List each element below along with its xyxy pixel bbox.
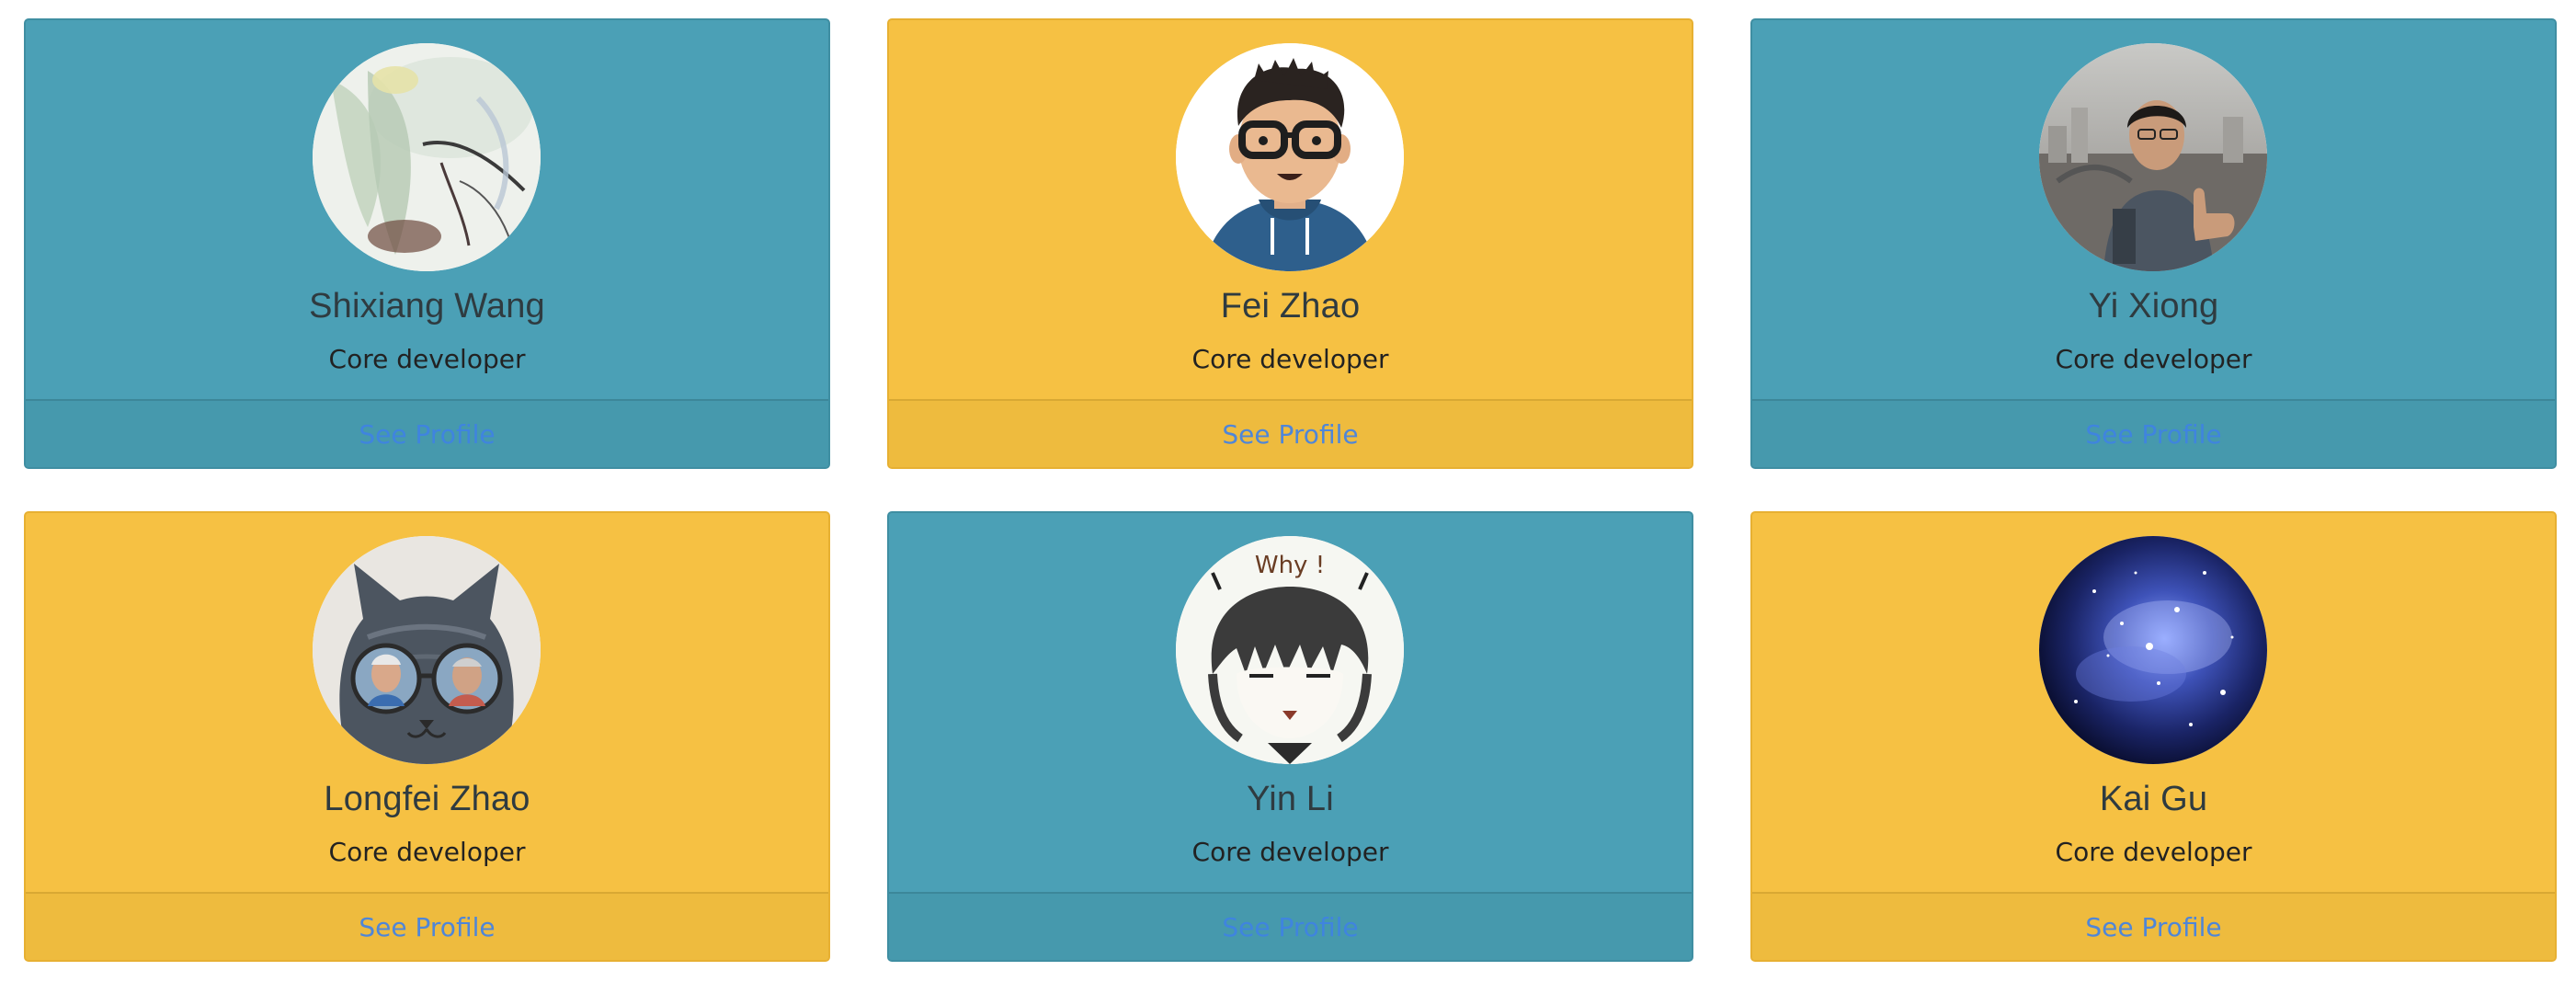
galaxy-avatar-icon [2039,536,2267,764]
profile-name: Shixiang Wang [309,287,545,325]
see-profile-link[interactable]: See Profile [26,399,828,467]
see-profile-link[interactable]: See Profile [889,399,1692,467]
avatar [313,536,541,764]
see-profile-link[interactable]: See Profile [26,892,828,960]
profile-card: Shixiang Wang Core developer See Profile [24,18,830,469]
avatar [313,43,541,271]
cartoon-person-avatar-icon [1176,43,1404,271]
profile-role: Core developer [328,344,526,374]
anime-boy-avatar-icon: Why ! [1176,536,1404,764]
see-profile-link[interactable]: See Profile [1752,892,2555,960]
see-profile-link[interactable]: See Profile [1752,399,2555,467]
avatar [2039,43,2267,271]
profile-role: Core developer [1191,344,1389,374]
avatar: Why ! [1176,536,1404,764]
photo-thumbs-up-avatar-icon [2039,43,2267,271]
profile-role: Core developer [2055,837,2252,867]
profile-name: Fei Zhao [1220,287,1361,325]
team-grid: Shixiang Wang Core developer See Profile [0,0,2576,982]
profile-card: Yi Xiong Core developer See Profile [1750,18,2557,469]
profile-card: Kai Gu Core developer See Profile [1750,511,2557,962]
avatar [2039,536,2267,764]
avatar-caption: Why ! [1255,552,1325,579]
profile-card: Why ! Yin Li Core developer See Profile [887,511,1693,962]
profile-name: Longfei Zhao [324,780,530,818]
see-profile-link[interactable]: See Profile [889,892,1692,960]
profile-role: Core developer [2055,344,2252,374]
profile-card: Fei Zhao Core developer See Profile [887,18,1693,469]
avatar [1176,43,1404,271]
profile-name: Kai Gu [2099,780,2208,818]
profile-role: Core developer [328,837,526,867]
profile-name: Yin Li [1247,780,1334,818]
profile-name: Yi Xiong [2088,287,2219,325]
cat-with-glasses-avatar-icon [313,536,541,764]
watercolor-leaf-avatar-icon [313,43,541,271]
profile-role: Core developer [1191,837,1389,867]
profile-card: Longfei Zhao Core developer See Profile [24,511,830,962]
